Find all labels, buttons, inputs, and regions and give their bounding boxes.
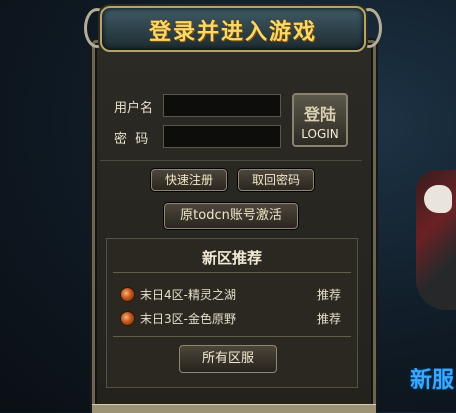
divider: [100, 160, 362, 161]
password-input[interactable]: [163, 125, 281, 148]
server-panel-title: 新区推荐: [201, 249, 262, 267]
all-servers-button[interactable]: 所有区服: [179, 345, 277, 373]
username-label: 用户名: [114, 101, 154, 116]
login-button-cn-label: 登陆: [303, 105, 336, 124]
activate-account-button[interactable]: 原todcn账号激活: [164, 203, 298, 229]
password-label: 密 码: [114, 132, 149, 147]
server-recommend-panel: 新区推荐 末日4区-精灵之湖 推荐 末日3区-金色原野 推荐 所有区服: [106, 238, 358, 388]
username-input[interactable]: [163, 94, 281, 117]
server-status-icon: [121, 288, 134, 301]
server-item[interactable]: 末日3区-金色原野 推荐: [121, 310, 347, 328]
background-banner-text: 新服: [410, 368, 455, 393]
login-button[interactable]: 登陆 LOGIN: [292, 93, 348, 147]
server-status-icon: [121, 312, 134, 325]
register-button[interactable]: 快速注册: [151, 169, 227, 191]
login-button-en-label: LOGIN: [301, 127, 339, 141]
server-panel-divider: [113, 272, 351, 273]
title-banner: 登录并进入游戏: [100, 6, 366, 52]
background-character-face: [424, 185, 452, 213]
server-tag: 推荐: [316, 312, 341, 326]
recover-password-button[interactable]: 取回密码: [238, 169, 314, 191]
server-item[interactable]: 末日4区-精灵之湖 推荐: [121, 286, 347, 304]
server-tag: 推荐: [316, 288, 341, 302]
page-title: 登录并进入游戏: [148, 20, 317, 45]
server-name: 末日4区-精灵之湖: [140, 288, 236, 302]
server-panel-divider: [113, 336, 351, 337]
server-name: 末日3区-金色原野: [140, 312, 236, 326]
